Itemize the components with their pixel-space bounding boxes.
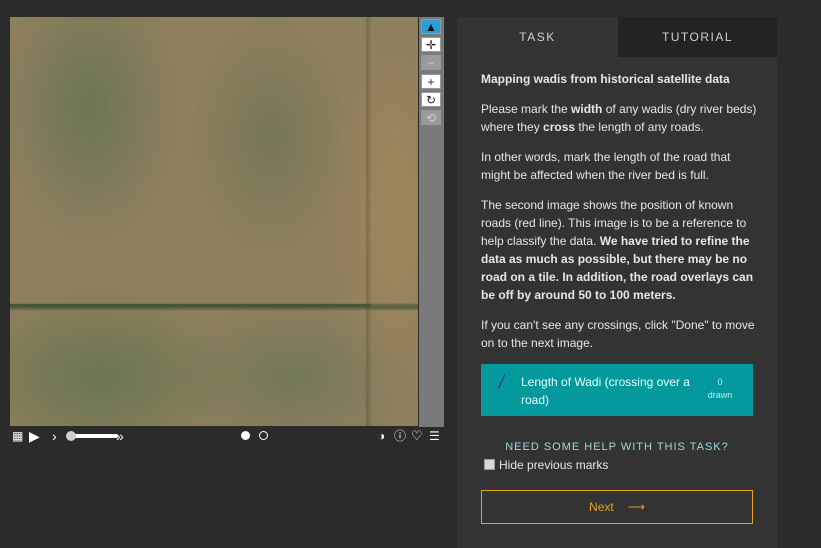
- favorite-icon[interactable]: ♡: [411, 428, 423, 444]
- zoom-out-icon[interactable]: −: [421, 55, 441, 70]
- instruction-emphasis: cross: [543, 120, 576, 134]
- menu-icon[interactable]: ☰: [429, 428, 440, 444]
- slow-icon[interactable]: ›: [52, 428, 57, 444]
- instruction-text: the length of any roads.: [575, 120, 704, 134]
- checkbox-icon[interactable]: [484, 459, 495, 470]
- drawn-count-number: 0: [717, 377, 723, 387]
- instruction-emphasis: width: [571, 102, 603, 116]
- drawn-count: 0 drawn: [705, 376, 735, 402]
- task-panel: TASK TUTORIAL Mapping wadis from histori…: [457, 17, 777, 548]
- move-tool-icon[interactable]: ✛: [421, 37, 441, 52]
- invert-icon[interactable]: ◑: [378, 428, 385, 444]
- drawing-tool-wadi-length[interactable]: / Length of Wadi (crossing over a road) …: [481, 364, 753, 416]
- instruction-paragraph-3: The second image shows the position of k…: [481, 196, 757, 304]
- instruction-text: Please mark the: [481, 102, 572, 116]
- pointer-tool-icon[interactable]: ▲: [421, 19, 441, 34]
- grid-icon[interactable]: ▦: [12, 428, 23, 444]
- arrow-right-icon: ⟶: [627, 500, 645, 514]
- fast-icon[interactable]: »: [116, 428, 124, 444]
- instruction-paragraph-1: Please mark the width of any wadis (dry …: [481, 100, 757, 136]
- tab-task[interactable]: TASK: [457, 17, 618, 57]
- hide-previous-marks-checkbox[interactable]: Hide previous marks: [484, 458, 608, 472]
- info-icon[interactable]: ⓘ: [394, 428, 406, 444]
- panel-tabs: TASK TUTORIAL: [457, 17, 777, 57]
- task-instructions: Mapping wadis from historical satellite …: [481, 70, 757, 364]
- task-title: Mapping wadis from historical satellite …: [481, 72, 730, 86]
- speed-slider-thumb[interactable]: [66, 431, 76, 441]
- reset-icon[interactable]: ⟲: [421, 110, 441, 125]
- frame-dot-2[interactable]: [259, 431, 268, 440]
- instruction-paragraph-4: If you can't see any crossings, click "D…: [481, 318, 755, 350]
- zoom-in-icon[interactable]: +: [421, 74, 441, 89]
- next-button[interactable]: Next ⟶: [481, 490, 753, 524]
- image-toolbar: ▲ ✛ − + ↻ ⟲: [419, 17, 444, 427]
- viewer-bottom-bar: ▦ ▶ › » ◑ ⓘ ♡ ☰: [10, 428, 444, 444]
- help-link[interactable]: NEED SOME HELP WITH THIS TASK?: [457, 441, 777, 453]
- frame-dot-1[interactable]: [241, 431, 250, 440]
- play-icon[interactable]: ▶: [29, 428, 40, 444]
- rotate-icon[interactable]: ↻: [421, 92, 441, 107]
- drawing-tool-label: Length of Wadi (crossing over a road): [521, 375, 690, 407]
- hide-previous-marks-label: Hide previous marks: [499, 458, 609, 472]
- line-tool-icon: /: [499, 372, 505, 392]
- next-button-label: Next: [589, 500, 614, 514]
- tab-tutorial[interactable]: TUTORIAL: [618, 17, 777, 57]
- instruction-paragraph-2: In other words, mark the length of the r…: [481, 150, 731, 182]
- subject-image[interactable]: [10, 17, 418, 426]
- road-track: [10, 304, 370, 307]
- drawn-count-word: drawn: [707, 390, 733, 400]
- speed-slider[interactable]: [70, 434, 118, 438]
